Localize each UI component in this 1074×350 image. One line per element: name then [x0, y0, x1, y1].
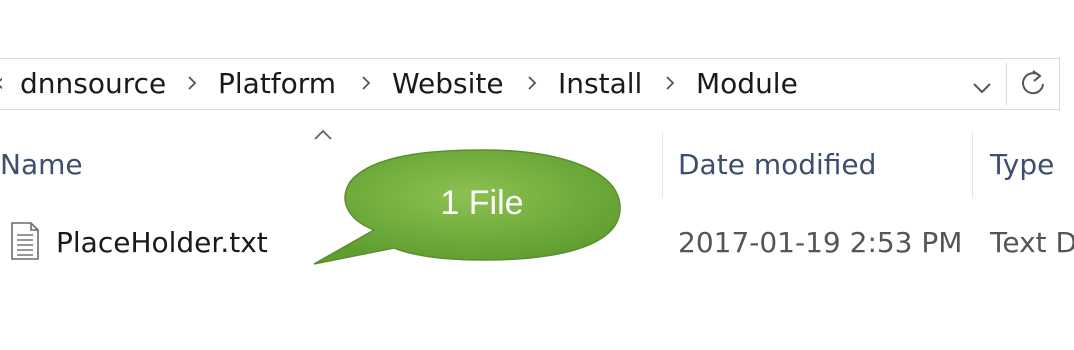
chevron-right-icon[interactable]	[660, 73, 680, 93]
breadcrumb-item-platform[interactable]: Platform	[218, 67, 336, 100]
column-header-name[interactable]: Name	[0, 148, 83, 181]
refresh-icon[interactable]	[1016, 67, 1050, 101]
chevron-down-icon[interactable]	[970, 75, 994, 99]
address-overflow-icon[interactable]: ‹	[0, 68, 4, 98]
sort-ascending-icon	[314, 129, 332, 140]
column-header-type[interactable]: Type	[990, 148, 1054, 181]
chevron-right-icon[interactable]	[356, 73, 376, 93]
callout-text: 1 File	[440, 184, 524, 222]
column-header-date-modified[interactable]: Date modified	[678, 148, 876, 181]
column-divider[interactable]	[662, 132, 663, 198]
breadcrumb-item-website[interactable]: Website	[392, 67, 504, 100]
chevron-right-icon[interactable]	[182, 73, 202, 93]
breadcrumb-item-dnnsource[interactable]: dnnsource	[20, 67, 166, 100]
file-date-modified: 2017-01-19 2:53 PM	[678, 226, 963, 259]
chevron-right-icon[interactable]	[522, 73, 542, 93]
file-type: Text D	[990, 226, 1074, 259]
text-file-icon	[11, 222, 39, 260]
breadcrumb-item-install[interactable]: Install	[558, 67, 642, 100]
address-divider	[1006, 63, 1007, 105]
breadcrumb-item-module[interactable]: Module	[696, 67, 798, 100]
file-name: PlaceHolder.txt	[56, 226, 268, 259]
address-bar[interactable]: ‹ dnnsource Platform Website Install Mod…	[0, 58, 1060, 110]
column-divider[interactable]	[972, 132, 973, 198]
